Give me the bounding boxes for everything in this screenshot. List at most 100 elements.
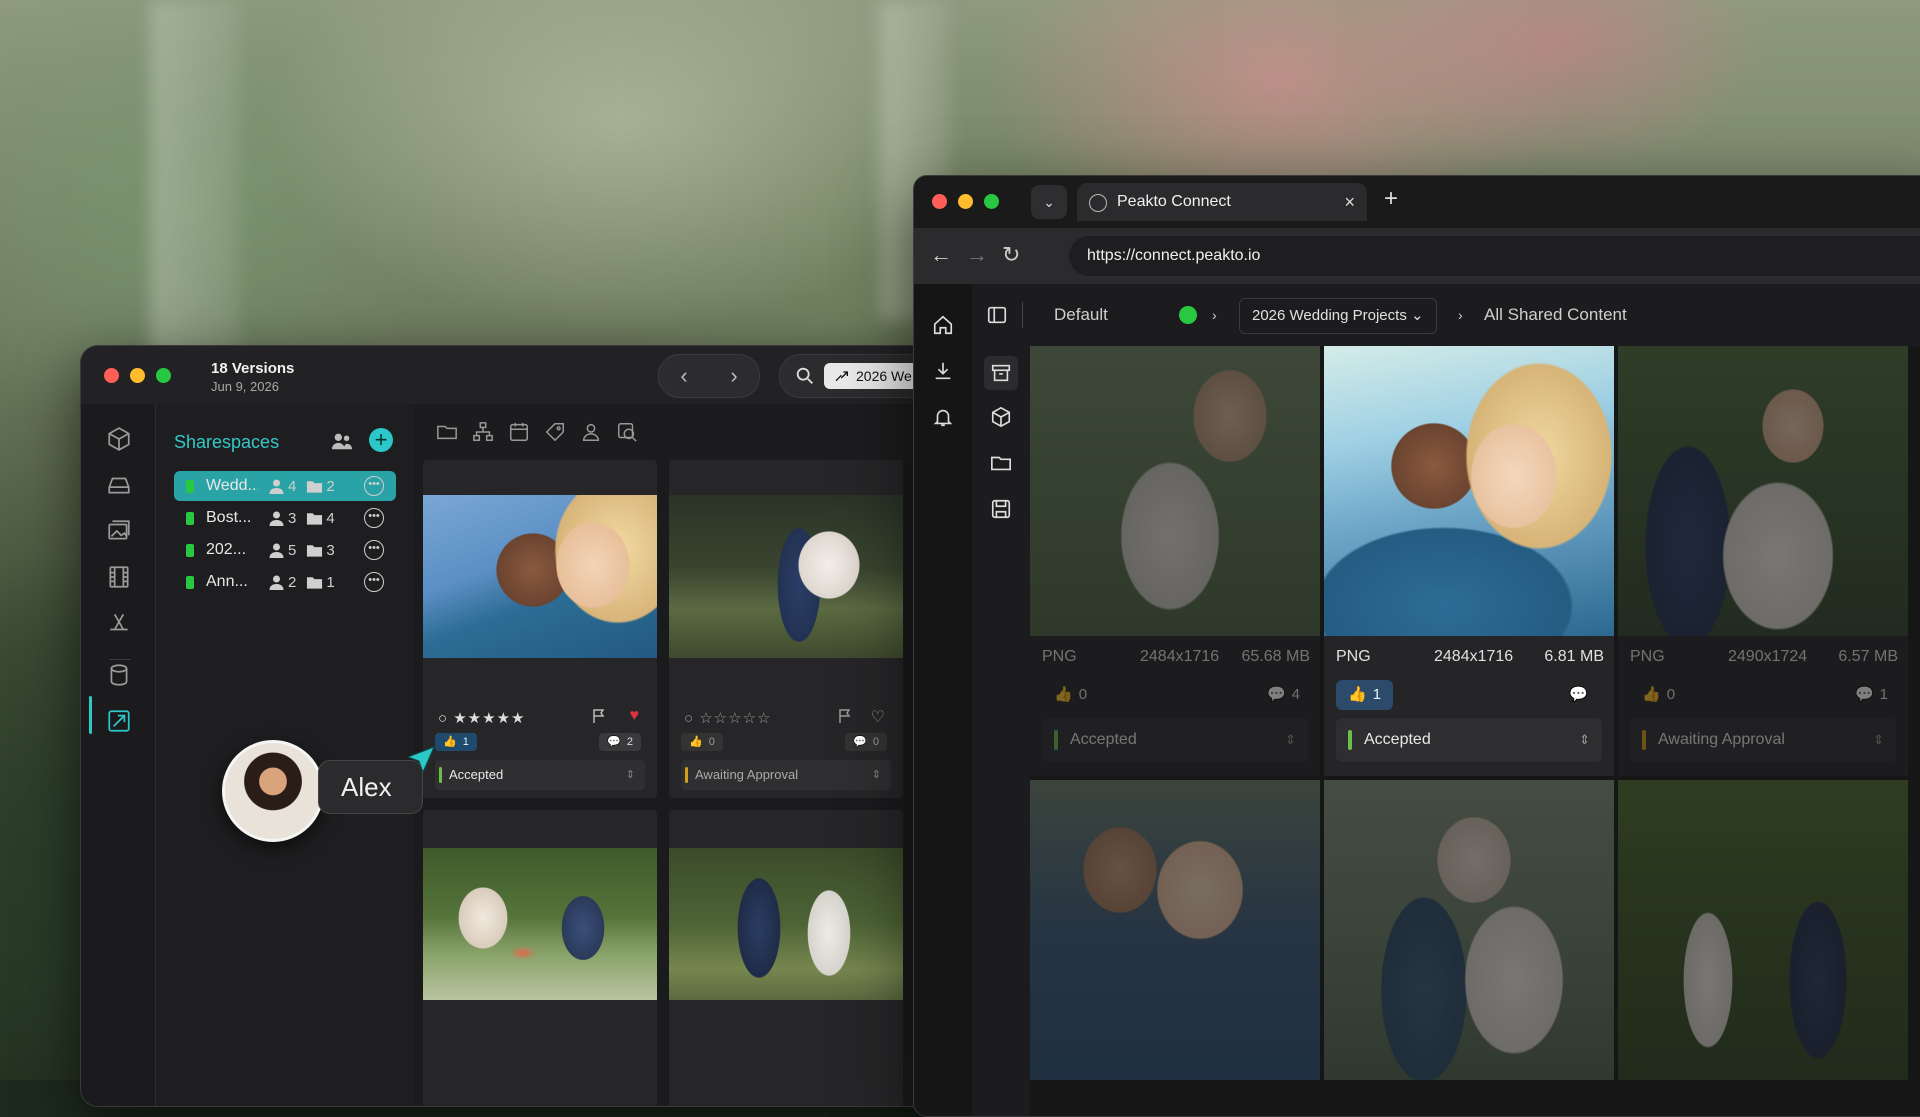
asset-card[interactable]: ○ ☆☆☆☆☆ ♡ 👍 0 💬 0 Awaiting Approval ⇕ — [669, 460, 903, 798]
bell-icon[interactable] — [932, 406, 954, 428]
wedding-photo — [1030, 346, 1320, 636]
sharespace-name: Ann... — [206, 573, 248, 590]
app-store-icon[interactable] — [106, 610, 132, 636]
sidebar-toggle-icon[interactable] — [986, 304, 1008, 326]
comment-icon: 💬 — [607, 736, 621, 748]
cube-icon[interactable] — [106, 426, 132, 452]
file-size: 6.81 MB — [1544, 648, 1604, 665]
minimize-window-button[interactable] — [958, 194, 973, 209]
likes-badge[interactable]: 👍 0 — [681, 733, 723, 751]
asset-card[interactable] — [423, 810, 657, 1106]
database-icon[interactable] — [106, 662, 132, 688]
thumbs-up-icon: 👍 — [443, 736, 457, 748]
zoom-window-button[interactable] — [156, 368, 171, 383]
back-button[interactable]: ‹ — [680, 363, 687, 389]
folder-count: 4 — [306, 510, 335, 527]
comments-button[interactable]: 💬 4 — [1267, 680, 1300, 710]
status-label: Accepted — [1364, 731, 1431, 748]
peakto-app-window: 18 Versions Jun 9, 2026 ‹ › 2026 We Shar… — [80, 345, 1022, 1107]
home-icon[interactable] — [932, 314, 954, 336]
shared-asset-card[interactable]: PNG 2490x1724 6.57 MB 👍 0 💬 1 Awaiting App… — [1618, 346, 1908, 776]
shared-asset-card[interactable] — [1324, 780, 1614, 1080]
new-tab-button[interactable]: + — [1384, 185, 1398, 213]
shared-content-grid: PNG 2484x1716 65.68 MB 👍 0 💬 4 Accepted ⇕ P… — [1030, 346, 1920, 1116]
asset-card[interactable] — [669, 810, 903, 1106]
heart-icon[interactable]: ♥ — [630, 707, 640, 725]
likes-button[interactable]: 👍 1 — [1336, 680, 1394, 710]
workspace-label[interactable]: Default — [1054, 284, 1108, 346]
status-select[interactable]: Accepted ⇕ — [1336, 718, 1602, 762]
member-count: 3 — [268, 510, 296, 527]
flag-icon[interactable] — [837, 708, 853, 724]
download-icon[interactable] — [932, 360, 954, 382]
file-dimensions: 2490x1724 — [1728, 648, 1808, 665]
close-tab-icon[interactable]: × — [1344, 183, 1355, 221]
comments-button[interactable]: 💬 — [1569, 680, 1594, 710]
address-bar[interactable]: https://connect.peakto.io — [1069, 236, 1920, 276]
archive-button[interactable] — [984, 356, 1018, 390]
window-controls — [104, 368, 171, 383]
likes-button[interactable]: 👍 0 — [1042, 680, 1099, 710]
folder-count: 3 — [306, 542, 335, 559]
shared-asset-card[interactable] — [1618, 780, 1908, 1080]
calendar-icon[interactable] — [508, 421, 530, 443]
people-icon[interactable] — [331, 431, 353, 451]
person-icon[interactable] — [580, 421, 602, 443]
status-dot — [186, 543, 194, 557]
close-window-button[interactable] — [932, 194, 947, 209]
status-select[interactable]: Accepted ⇕ — [435, 760, 645, 790]
more-options-icon[interactable]: ••• — [364, 476, 384, 496]
rating-stars[interactable]: ○ ☆☆☆☆☆ — [684, 709, 771, 727]
comments-badge[interactable]: 💬 0 — [845, 733, 887, 751]
shared-asset-card[interactable]: PNG 2484x1716 6.81 MB 👍 1 💬 Accepted ⇕ — [1324, 346, 1614, 776]
likes-badge[interactable]: 👍 1 — [435, 733, 477, 751]
sharespace-item[interactable]: Ann... 2 1 ••• — [174, 567, 396, 597]
likes-button[interactable]: 👍 0 — [1630, 680, 1687, 710]
browser-tab[interactable]: Peakto Connect × — [1077, 183, 1367, 221]
hierarchy-icon[interactable] — [472, 421, 494, 443]
flag-icon[interactable] — [591, 708, 607, 724]
shared-asset-card[interactable] — [1030, 780, 1320, 1080]
tab-list-button[interactable]: ⌄ — [1031, 185, 1067, 219]
shared-asset-card[interactable]: PNG 2484x1716 65.68 MB 👍 0 💬 4 Accepted ⇕ — [1030, 346, 1320, 776]
film-icon[interactable] — [106, 564, 132, 590]
sharespace-item[interactable]: 202... 5 3 ••• — [174, 535, 396, 565]
browser-back-button[interactable]: ← — [930, 242, 952, 268]
comments-badge[interactable]: 💬 2 — [599, 733, 641, 751]
folder-icon[interactable] — [990, 452, 1012, 474]
cube-icon[interactable] — [990, 406, 1012, 428]
wedding-photo — [1324, 780, 1614, 1080]
heart-icon[interactable]: ♡ — [871, 707, 885, 727]
browser-forward-button[interactable]: → — [966, 242, 988, 268]
search-token-chip[interactable]: 2026 We — [824, 363, 922, 389]
more-options-icon[interactable]: ••• — [364, 572, 384, 592]
folder-icon — [307, 577, 323, 589]
status-select[interactable]: Awaiting Approval ⇕ — [1630, 718, 1896, 762]
more-options-icon[interactable]: ••• — [364, 508, 384, 528]
close-window-button[interactable] — [104, 368, 119, 383]
tag-icon[interactable] — [544, 421, 566, 443]
wedding-photo — [1324, 346, 1614, 636]
face-search-icon[interactable] — [616, 421, 638, 443]
more-options-icon[interactable]: ••• — [364, 540, 384, 560]
comments-button[interactable]: 💬 1 — [1855, 680, 1888, 710]
comment-icon: 💬 — [1854, 686, 1874, 703]
status-select[interactable]: Awaiting Approval ⇕ — [681, 760, 891, 790]
forward-button[interactable]: › — [730, 363, 737, 389]
sharespace-icon[interactable] — [106, 708, 132, 734]
chevron-right-icon: › — [1212, 307, 1217, 323]
folder-icon[interactable] — [436, 421, 458, 443]
sharespace-item[interactable]: Bost... 3 4 ••• — [174, 503, 396, 533]
rating-stars[interactable]: ○ ★★★★★ — [438, 709, 525, 727]
save-icon[interactable] — [990, 498, 1012, 520]
asset-card[interactable]: ○ ★★★★★ ♥ 👍 1 💬 2 Accepted ⇕ — [423, 460, 657, 798]
project-select[interactable]: 2026 Wedding Projects ⌄ — [1239, 298, 1437, 334]
zoom-window-button[interactable] — [984, 194, 999, 209]
minimize-window-button[interactable] — [130, 368, 145, 383]
photos-icon[interactable] — [106, 518, 132, 544]
status-select[interactable]: Accepted ⇕ — [1042, 718, 1308, 762]
drive-icon[interactable] — [106, 472, 132, 498]
add-sharespace-button[interactable]: + — [369, 428, 393, 452]
sharespace-item[interactable]: Wedd... 4 2 ••• — [174, 471, 396, 501]
reload-button[interactable]: ↻ — [1002, 242, 1020, 268]
